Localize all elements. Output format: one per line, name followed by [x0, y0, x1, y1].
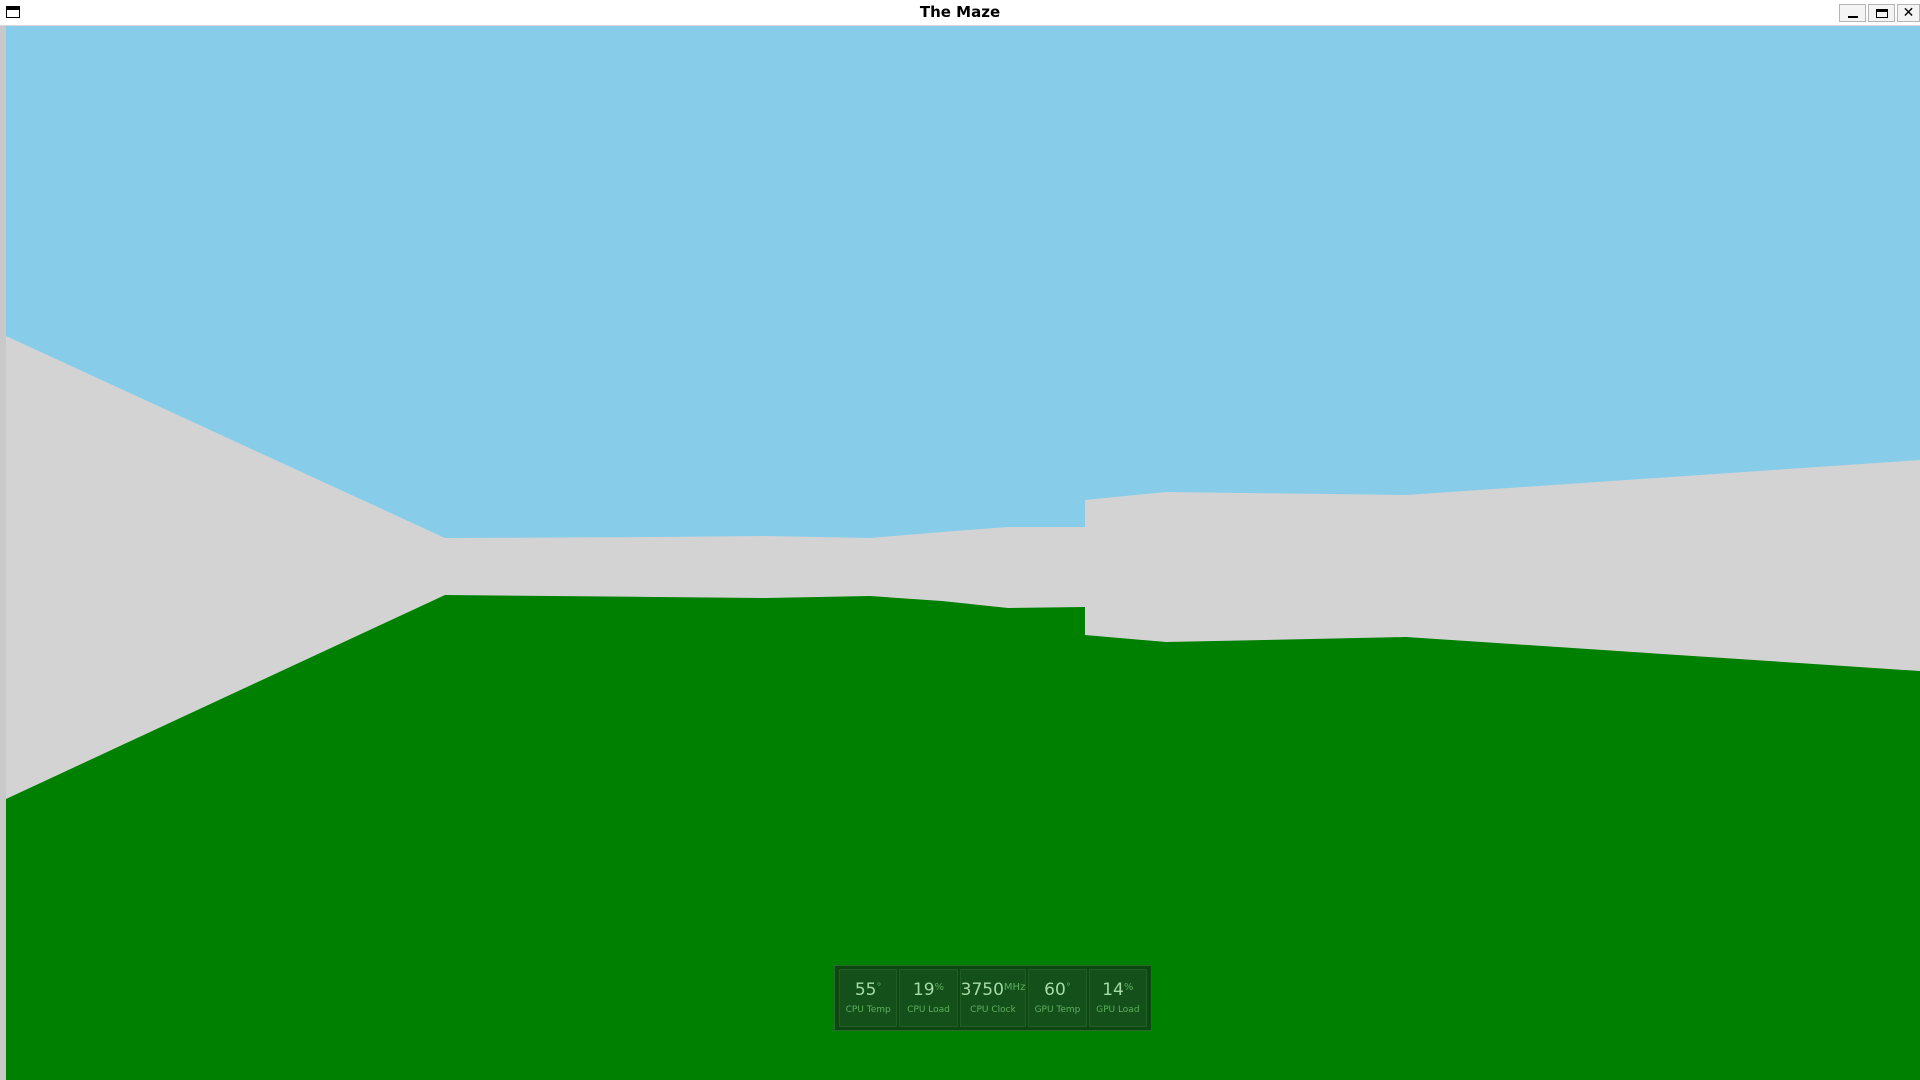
hud-gauge: 3750 MHz CPU Clock	[959, 969, 1027, 1027]
gauge-unit: MHz	[1003, 981, 1026, 993]
minimize-button[interactable]	[1839, 4, 1866, 22]
hud-gauge: 19% CPU Load	[899, 969, 958, 1027]
gauge-label: CPU Temp	[845, 1004, 891, 1015]
gauge-label: GPU Temp	[1034, 1004, 1081, 1015]
gauge-unit: °	[876, 981, 882, 993]
hardware-monitor-widget[interactable]: 55 ° CPU Temp 19% CPU Load 3750 MHz CPU Clock 60…	[834, 965, 1152, 1031]
right-wall	[1406, 460, 1920, 671]
gauge-value: 60	[1044, 979, 1066, 1000]
maze-viewport[interactable]	[6, 26, 1920, 1080]
gauge-label: CPU Load	[907, 1004, 950, 1015]
front-wall-segment	[870, 532, 942, 601]
front-wall-segment	[1008, 527, 1085, 608]
gauge-value: 3750	[960, 979, 1004, 1000]
front-wall-segment	[656, 536, 766, 598]
front-wall-segment	[1166, 492, 1406, 642]
minimize-icon	[1847, 16, 1858, 18]
window-title: The Maze	[919, 3, 1001, 21]
gauge-value: 55	[854, 979, 877, 1000]
front-wall-segment	[766, 536, 870, 598]
close-icon: ✕	[1902, 5, 1915, 21]
hud-gauge: 14% GPU Load	[1088, 969, 1147, 1027]
maximize-button[interactable]	[1868, 4, 1895, 22]
gauge-unit: %	[1123, 981, 1134, 993]
front-wall-segment	[445, 537, 656, 597]
gauge-label: GPU Load	[1096, 1004, 1140, 1015]
hud-gauge: 55 ° CPU Temp	[839, 969, 898, 1027]
gauge-label: CPU Clock	[970, 1004, 1016, 1015]
gauge-unit: %	[934, 981, 945, 993]
right-wall-step	[1085, 492, 1166, 642]
gauge-value: 14	[1102, 979, 1124, 1000]
gauge-unit: °	[1065, 981, 1071, 993]
gauge-value: 19	[912, 979, 935, 1000]
title-bar[interactable]: The Maze ✕	[0, 0, 1920, 26]
maximize-icon	[1875, 8, 1888, 18]
close-button[interactable]: ✕	[1897, 4, 1920, 22]
front-wall-segment	[942, 527, 1008, 608]
hud-gauge: 60 ° GPU Temp	[1028, 969, 1087, 1027]
